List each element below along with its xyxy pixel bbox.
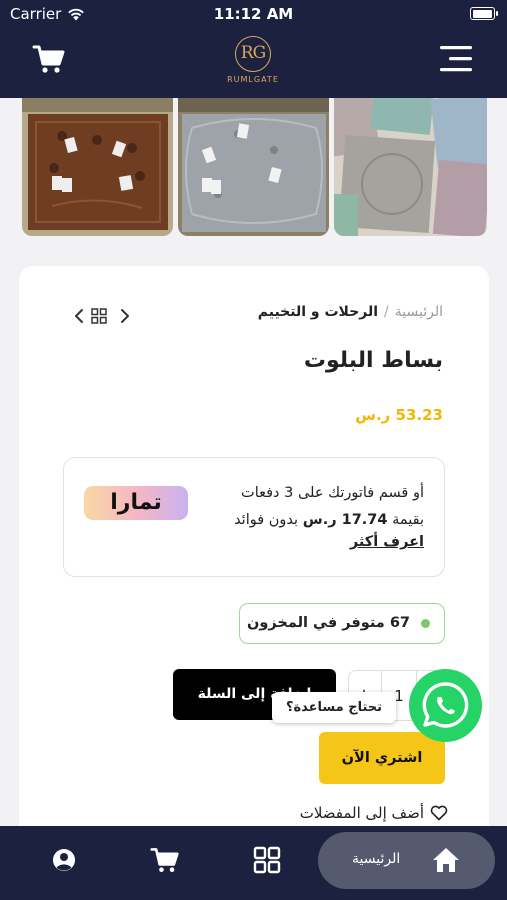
chevron-left-icon (75, 309, 83, 323)
breadcrumb-separator: / (384, 304, 389, 320)
nav-categories-button[interactable] (253, 846, 283, 876)
battery-icon (470, 7, 498, 20)
menu-button[interactable] (440, 44, 472, 74)
logo-mark: RG (235, 36, 271, 72)
tamara-logo: تمارا (84, 486, 188, 520)
tamara-line2-prefix: بقيمة (392, 512, 424, 528)
breadcrumb-category[interactable]: الرحلات و التخييم (258, 304, 378, 320)
gallery-image-grey-mat[interactable] (178, 98, 329, 236)
tamara-installment-amount: 17.74 ر.س (302, 512, 388, 528)
tamara-installments-widget: أو قسم فاتورتك على 3 دفعات بقيمة 17.74 ر… (63, 457, 445, 577)
gallery-image-color-mats[interactable] (334, 98, 487, 236)
wishlist-label: أضف إلى المفضلات (299, 804, 424, 822)
whatsapp-icon (422, 682, 469, 728)
breadcrumb-home[interactable]: الرئيسية (395, 304, 443, 320)
chevron-right-icon (121, 309, 129, 323)
grid-icon (91, 308, 107, 324)
cart-icon (32, 45, 65, 73)
all-products-button[interactable] (89, 306, 109, 326)
nav-home-label: الرئيسية (352, 851, 401, 867)
header-cart-button[interactable] (32, 44, 66, 74)
whatsapp-help-bubble[interactable]: تحتاج مساعدة؟ (272, 692, 396, 723)
account-icon (53, 849, 75, 871)
heart-icon (430, 805, 448, 821)
nav-home-button[interactable]: الرئيسية (318, 832, 495, 889)
product-card: الرئيسية / الرحلات و التخييم بساط البلوت 5… (19, 266, 489, 866)
next-product-button[interactable] (69, 306, 89, 326)
brand-logo[interactable]: RG RUMLGATE (222, 36, 284, 88)
app-header: Carrier 11:12 AM RG RUMLGATE (0, 0, 507, 98)
stock-label: 67 متوفر في المخزون (247, 615, 410, 631)
logo-wordmark: RUMLGATE (227, 75, 279, 84)
tamara-line2-suffix: بدون فوائد (234, 512, 299, 528)
product-page: Carrier 11:12 AM RG RUMLGATE الرئيسية/ال… (0, 0, 507, 900)
stock-status: 67 متوفر في المخزون (239, 603, 445, 644)
tamara-description: أو قسم فاتورتك على 3 دفعات بقيمة 17.74 ر… (184, 480, 424, 534)
gallery-image-brown-mat[interactable] (22, 98, 173, 236)
home-icon (433, 848, 459, 872)
add-to-wishlist-button[interactable]: أضف إلى المفضلات (300, 804, 448, 822)
previous-product-button[interactable] (115, 306, 135, 326)
logo-letters: RG (240, 43, 266, 63)
in-stock-dot (421, 619, 430, 628)
breadcrumb: الرئيسية / الرحلات و التخييم (258, 304, 443, 320)
menu-icon (440, 46, 472, 72)
cart-icon (150, 848, 179, 872)
tamara-learn-more-link[interactable]: اعرف أكثر (350, 534, 424, 550)
nav-cart-button[interactable] (150, 846, 180, 876)
tamara-line1: أو قسم فاتورتك على 3 دفعات (241, 485, 424, 501)
bottom-navigation: الرئيسية (0, 826, 507, 900)
nav-account-button[interactable] (50, 846, 80, 876)
product-gallery[interactable] (0, 98, 507, 240)
product-title: بساط البلوت (303, 348, 443, 373)
status-time: 11:12 AM (213, 5, 294, 23)
whatsapp-button[interactable] (409, 669, 482, 742)
status-bar: Carrier 11:12 AM (0, 0, 507, 28)
grid-icon (253, 846, 281, 874)
product-navigation (69, 306, 159, 326)
product-price: 53.23 ر.س (355, 406, 443, 424)
